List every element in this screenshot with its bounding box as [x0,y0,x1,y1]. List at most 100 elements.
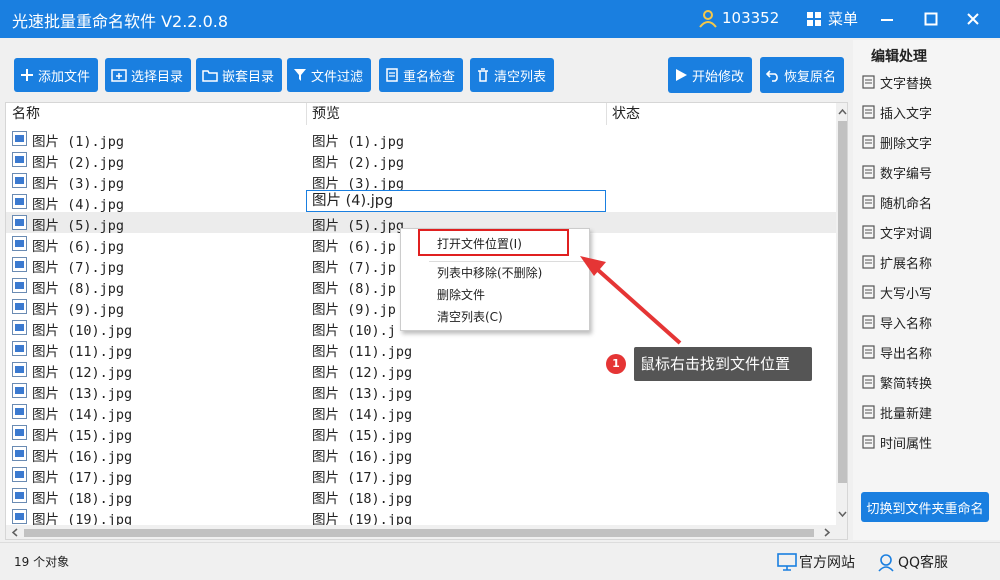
user-account[interactable]: 103352 [698,8,779,28]
file-name: 图片 (17).jpg [32,470,133,486]
number-icon [862,165,875,179]
scroll-up-icon [838,108,847,115]
edit-item-7[interactable]: 扩展名称 [861,251,932,273]
title-bar: 光速批量重命名软件 V2.2.0.8 103352 菜单 [0,0,1000,38]
column-header-name[interactable]: 名称 [12,103,40,125]
file-name: 图片 (5).jpg [32,218,125,234]
grid-icon [807,11,821,26]
rename-edit-input[interactable]: 图片 (4).jpg [306,190,606,212]
select-dir-button[interactable]: 选择目录 [105,58,192,92]
table-row[interactable]: 图片 (18).jpg 图片 (18).jpg [6,485,836,507]
extension-icon [862,255,875,269]
table-row[interactable]: 图片 (14).jpg 图片 (14).jpg [6,401,836,423]
edit-item-2[interactable]: 插入文字 [861,101,932,123]
clock-icon [862,435,875,449]
file-preview: 图片 (16).jpg [312,449,413,465]
file-name: 图片 (8).jpg [32,281,125,297]
add-file-button[interactable]: 添加文件 [14,58,99,92]
clear-list-button[interactable]: 清空列表 [470,58,555,92]
image-file-icon [12,467,27,482]
table-row[interactable]: 图片 (2).jpg 图片 (2).jpg [6,149,836,171]
scroll-left-icon [11,528,18,537]
column-header-status[interactable]: 状态 [612,103,640,125]
edit-item-12[interactable]: 批量新建 [861,401,932,423]
annotation-callout: 鼠标右击找到文件位置 [634,347,812,381]
nested-dir-button[interactable]: 嵌套目录 [196,58,283,92]
table-row[interactable]: 图片 (19).jpg 图片 (19).jpg [6,506,836,528]
swap-icon [862,225,875,239]
column-separator[interactable] [606,103,607,125]
image-file-icon [12,446,27,461]
undo-icon [766,70,778,82]
table-row[interactable]: 图片 (16).jpg 图片 (16).jpg [6,443,836,465]
horizontal-scrollbar[interactable] [6,525,847,539]
edit-panel: 编辑处理 文字替换 插入文字 删除文字 数字编号 随机命名 文字对调 扩展名称 大写小写 导入名… [853,40,1000,540]
edit-item-6[interactable]: 文字对调 [861,221,932,243]
image-file-icon [12,425,27,440]
new-batch-icon [862,405,875,419]
file-name: 图片 (1).jpg [32,134,125,150]
case-icon [862,285,875,299]
image-file-icon [12,320,27,335]
edit-item-8[interactable]: 大写小写 [861,281,932,303]
maximize-icon [924,12,938,26]
column-separator[interactable] [306,103,307,125]
app-title: 光速批量重命名软件 V2.2.0.8 [12,12,229,31]
table-row[interactable]: 图片 (17).jpg 图片 (17).jpg [6,464,836,486]
edit-item-10[interactable]: 导出名称 [861,341,932,363]
menu-item-delete-file[interactable]: 删除文件 [437,286,485,303]
file-preview: 图片 (2).jpg [312,155,405,171]
start-modify-button[interactable]: 开始修改 [668,57,753,93]
restore-name-button[interactable]: 恢复原名 [760,57,845,93]
edit-item-13[interactable]: 时间属性 [861,431,932,453]
edit-item-label: 批量新建 [880,406,933,422]
start-modify-label: 开始修改 [692,69,745,85]
official-website-link[interactable]: 官方网站 [777,552,855,572]
qq-support-link[interactable]: QQ客服 [876,552,948,572]
column-header-preview[interactable]: 预览 [312,103,340,125]
vertical-scrollbar[interactable] [836,103,847,525]
file-preview: 图片 (7).jp [312,260,396,276]
status-bar: 19 个对象 官方网站 QQ客服 [0,542,1000,580]
menu-item-remove-from-list[interactable]: 列表中移除(不删除) [437,264,542,281]
image-file-icon [12,278,27,293]
image-file-icon [12,488,27,503]
add-file-label: 添加文件 [38,69,91,85]
image-file-icon [12,236,27,251]
image-file-icon [12,299,27,314]
edit-item-1[interactable]: 文字替换 [861,71,932,93]
table-row[interactable]: 图片 (13).jpg 图片 (13).jpg [6,380,836,402]
edit-item-4[interactable]: 数字编号 [861,161,932,183]
edit-item-label: 插入文字 [880,106,933,122]
edit-item-11[interactable]: 繁简转换 [861,371,932,393]
rename-check-button[interactable]: 重名检查 [379,58,464,92]
switch-folder-rename-button[interactable]: 切换到文件夹重命名 [861,492,989,522]
table-row[interactable]: 图片 (15).jpg 图片 (15).jpg [6,422,836,444]
close-button[interactable] [960,6,986,32]
monitor-icon [777,553,797,571]
support-icon [878,554,894,572]
edit-item-3[interactable]: 删除文字 [861,131,932,153]
edit-item-label: 文字对调 [880,226,933,242]
file-filter-label: 文件过滤 [311,69,364,85]
table-row[interactable]: 图片 (1).jpg 图片 (1).jpg [6,128,836,150]
file-preview: 图片 (15).jpg [312,428,413,444]
object-count: 19 个对象 [14,555,70,569]
user-icon [699,10,717,28]
maximize-button[interactable] [918,6,944,32]
vertical-scroll-thumb[interactable] [838,121,847,483]
edit-item-5[interactable]: 随机命名 [861,191,932,213]
file-filter-button[interactable]: 文件过滤 [287,58,372,92]
file-preview: 图片 (9).jp [312,302,396,318]
table-row[interactable]: 图片 (3).jpg 图片 (3).jpg [6,170,836,192]
menu-button[interactable]: 菜单 [806,8,858,29]
menu-item-clear-list[interactable]: 清空列表(C) [437,308,503,325]
close-icon [967,13,979,25]
table-row[interactable]: 图片 (4).jpg 图片 (4).jpg [6,190,836,213]
document-icon [386,68,398,82]
file-preview: 图片 (1).jpg [312,134,405,150]
folder-icon [202,70,218,82]
edit-item-9[interactable]: 导入名称 [861,311,932,333]
minimize-button[interactable] [874,6,900,32]
horizontal-scroll-thumb[interactable] [24,529,814,537]
